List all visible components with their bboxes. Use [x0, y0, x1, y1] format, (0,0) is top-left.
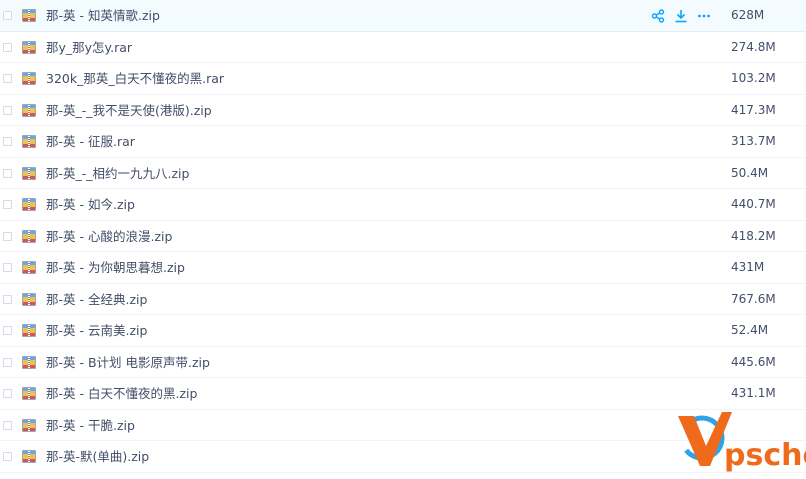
- file-size: 313.7M: [731, 134, 776, 148]
- file-name[interactable]: 那-英-默(单曲).zip: [46, 441, 149, 472]
- file-name[interactable]: 那-英 - 云南美.zip: [46, 315, 147, 346]
- archive-file-icon: [22, 292, 36, 306]
- file-row[interactable]: 那y_那y怎y.rar 274.8M: [0, 32, 806, 63]
- archive-file-icon: [22, 72, 36, 85]
- file-name[interactable]: 那-英_-_相约一九九八.zip: [46, 158, 189, 189]
- file-name[interactable]: 那-英 - 心酸的浪漫.zip: [46, 221, 172, 252]
- file-row[interactable]: 那-英 - B计划 电影原声带.zip 445.6M: [0, 347, 806, 378]
- file-size: 417.3M: [731, 102, 776, 117]
- archive-file-icon: [22, 135, 36, 148]
- row-checkbox[interactable]: [3, 42, 12, 52]
- file-name[interactable]: 那y_那y怎y.rar: [46, 32, 132, 63]
- file-size: 274.8M: [731, 39, 776, 54]
- file-row[interactable]: 那-英 - 全经典.zip 767.6M: [0, 284, 806, 315]
- file-list: 那-英 - 知英情歌.zip 628M 那y_那y怎y.rar 274.8M 3…: [0, 0, 806, 473]
- file-size: 628M: [731, 8, 765, 22]
- file-name[interactable]: 那-英 - 全经典.zip: [46, 284, 147, 315]
- archive-file-icon: [22, 324, 36, 337]
- file-row[interactable]: 那-英 - 白天不懂夜的黑.zip 431.1M: [0, 378, 806, 410]
- row-checkbox[interactable]: [3, 389, 12, 398]
- archive-file-icon: [22, 103, 36, 117]
- row-checkbox[interactable]: [3, 74, 12, 83]
- archive-file-icon: [22, 387, 36, 400]
- file-name[interactable]: 那-英 - B计划 电影原声带.zip: [46, 347, 210, 378]
- file-name[interactable]: 那-英 - 征服.rar: [46, 126, 135, 157]
- archive-file-icon: [22, 418, 36, 432]
- archive-file-icon: [22, 229, 36, 243]
- row-checkbox[interactable]: [3, 200, 12, 209]
- archive-file-icon: [22, 261, 36, 274]
- file-row[interactable]: 那-英 - 云南美.zip 52.4M: [0, 315, 806, 347]
- file-size: 445.6M: [731, 354, 776, 369]
- file-size: 418.2M: [731, 228, 776, 243]
- file-size: 50.4M: [731, 165, 769, 180]
- file-name[interactable]: 那-英 - 知英情歌.zip: [46, 0, 160, 31]
- row-checkbox[interactable]: [3, 326, 12, 335]
- file-size: 103.2M: [731, 71, 776, 85]
- row-checkbox[interactable]: [3, 231, 12, 241]
- row-checkbox[interactable]: [3, 168, 12, 178]
- row-checkbox[interactable]: [3, 263, 12, 272]
- row-checkbox[interactable]: [3, 294, 12, 304]
- archive-file-icon: [22, 40, 36, 54]
- file-row[interactable]: 320k_那英_白天不懂夜的黑.rar 103.2M: [0, 63, 806, 95]
- row-checkbox[interactable]: [3, 357, 12, 367]
- file-name[interactable]: 那-英 - 白天不懂夜的黑.zip: [46, 378, 197, 409]
- row-checkbox[interactable]: [3, 105, 12, 115]
- archive-file-icon: [22, 450, 36, 463]
- watermark-text: psche: [724, 438, 806, 473]
- download-icon[interactable]: [674, 9, 688, 23]
- file-row[interactable]: 那-英 - 为你朝思暮想.zip 431M: [0, 252, 806, 284]
- archive-file-icon: [22, 198, 36, 211]
- file-row[interactable]: 那-英_-_我不是天使(港版).zip 417.3M: [0, 95, 806, 126]
- site-watermark-logo: psche: [678, 412, 806, 473]
- file-size: 431.1M: [731, 386, 776, 400]
- archive-file-icon: [22, 355, 36, 369]
- more-icon[interactable]: [697, 9, 711, 23]
- row-checkbox[interactable]: [3, 137, 12, 146]
- share-icon[interactable]: [651, 9, 665, 23]
- file-size: 431M: [731, 260, 765, 274]
- file-name[interactable]: 那-英 - 如今.zip: [46, 189, 135, 220]
- file-row[interactable]: 那-英 - 征服.rar 313.7M: [0, 126, 806, 158]
- file-row[interactable]: 那-英 - 如今.zip 440.7M: [0, 189, 806, 221]
- file-name[interactable]: 那-英_-_我不是天使(港版).zip: [46, 95, 212, 126]
- row-actions: [651, 9, 711, 23]
- row-checkbox[interactable]: [3, 11, 12, 20]
- file-name[interactable]: 那-英 - 为你朝思暮想.zip: [46, 252, 185, 283]
- file-row[interactable]: 那-英_-_相约一九九八.zip 50.4M: [0, 158, 806, 189]
- archive-file-icon: [22, 166, 36, 180]
- file-name[interactable]: 320k_那英_白天不懂夜的黑.rar: [46, 63, 224, 94]
- archive-file-icon: [22, 9, 36, 22]
- file-size: 52.4M: [731, 323, 769, 337]
- row-checkbox[interactable]: [3, 452, 12, 461]
- row-checkbox[interactable]: [3, 420, 12, 430]
- file-name[interactable]: 那-英 - 干脆.zip: [46, 410, 135, 441]
- file-size: 767.6M: [731, 291, 776, 306]
- file-row[interactable]: 那-英 - 心酸的浪漫.zip 418.2M: [0, 221, 806, 252]
- file-size: 440.7M: [731, 197, 776, 211]
- file-row[interactable]: 那-英 - 知英情歌.zip 628M: [0, 0, 806, 32]
